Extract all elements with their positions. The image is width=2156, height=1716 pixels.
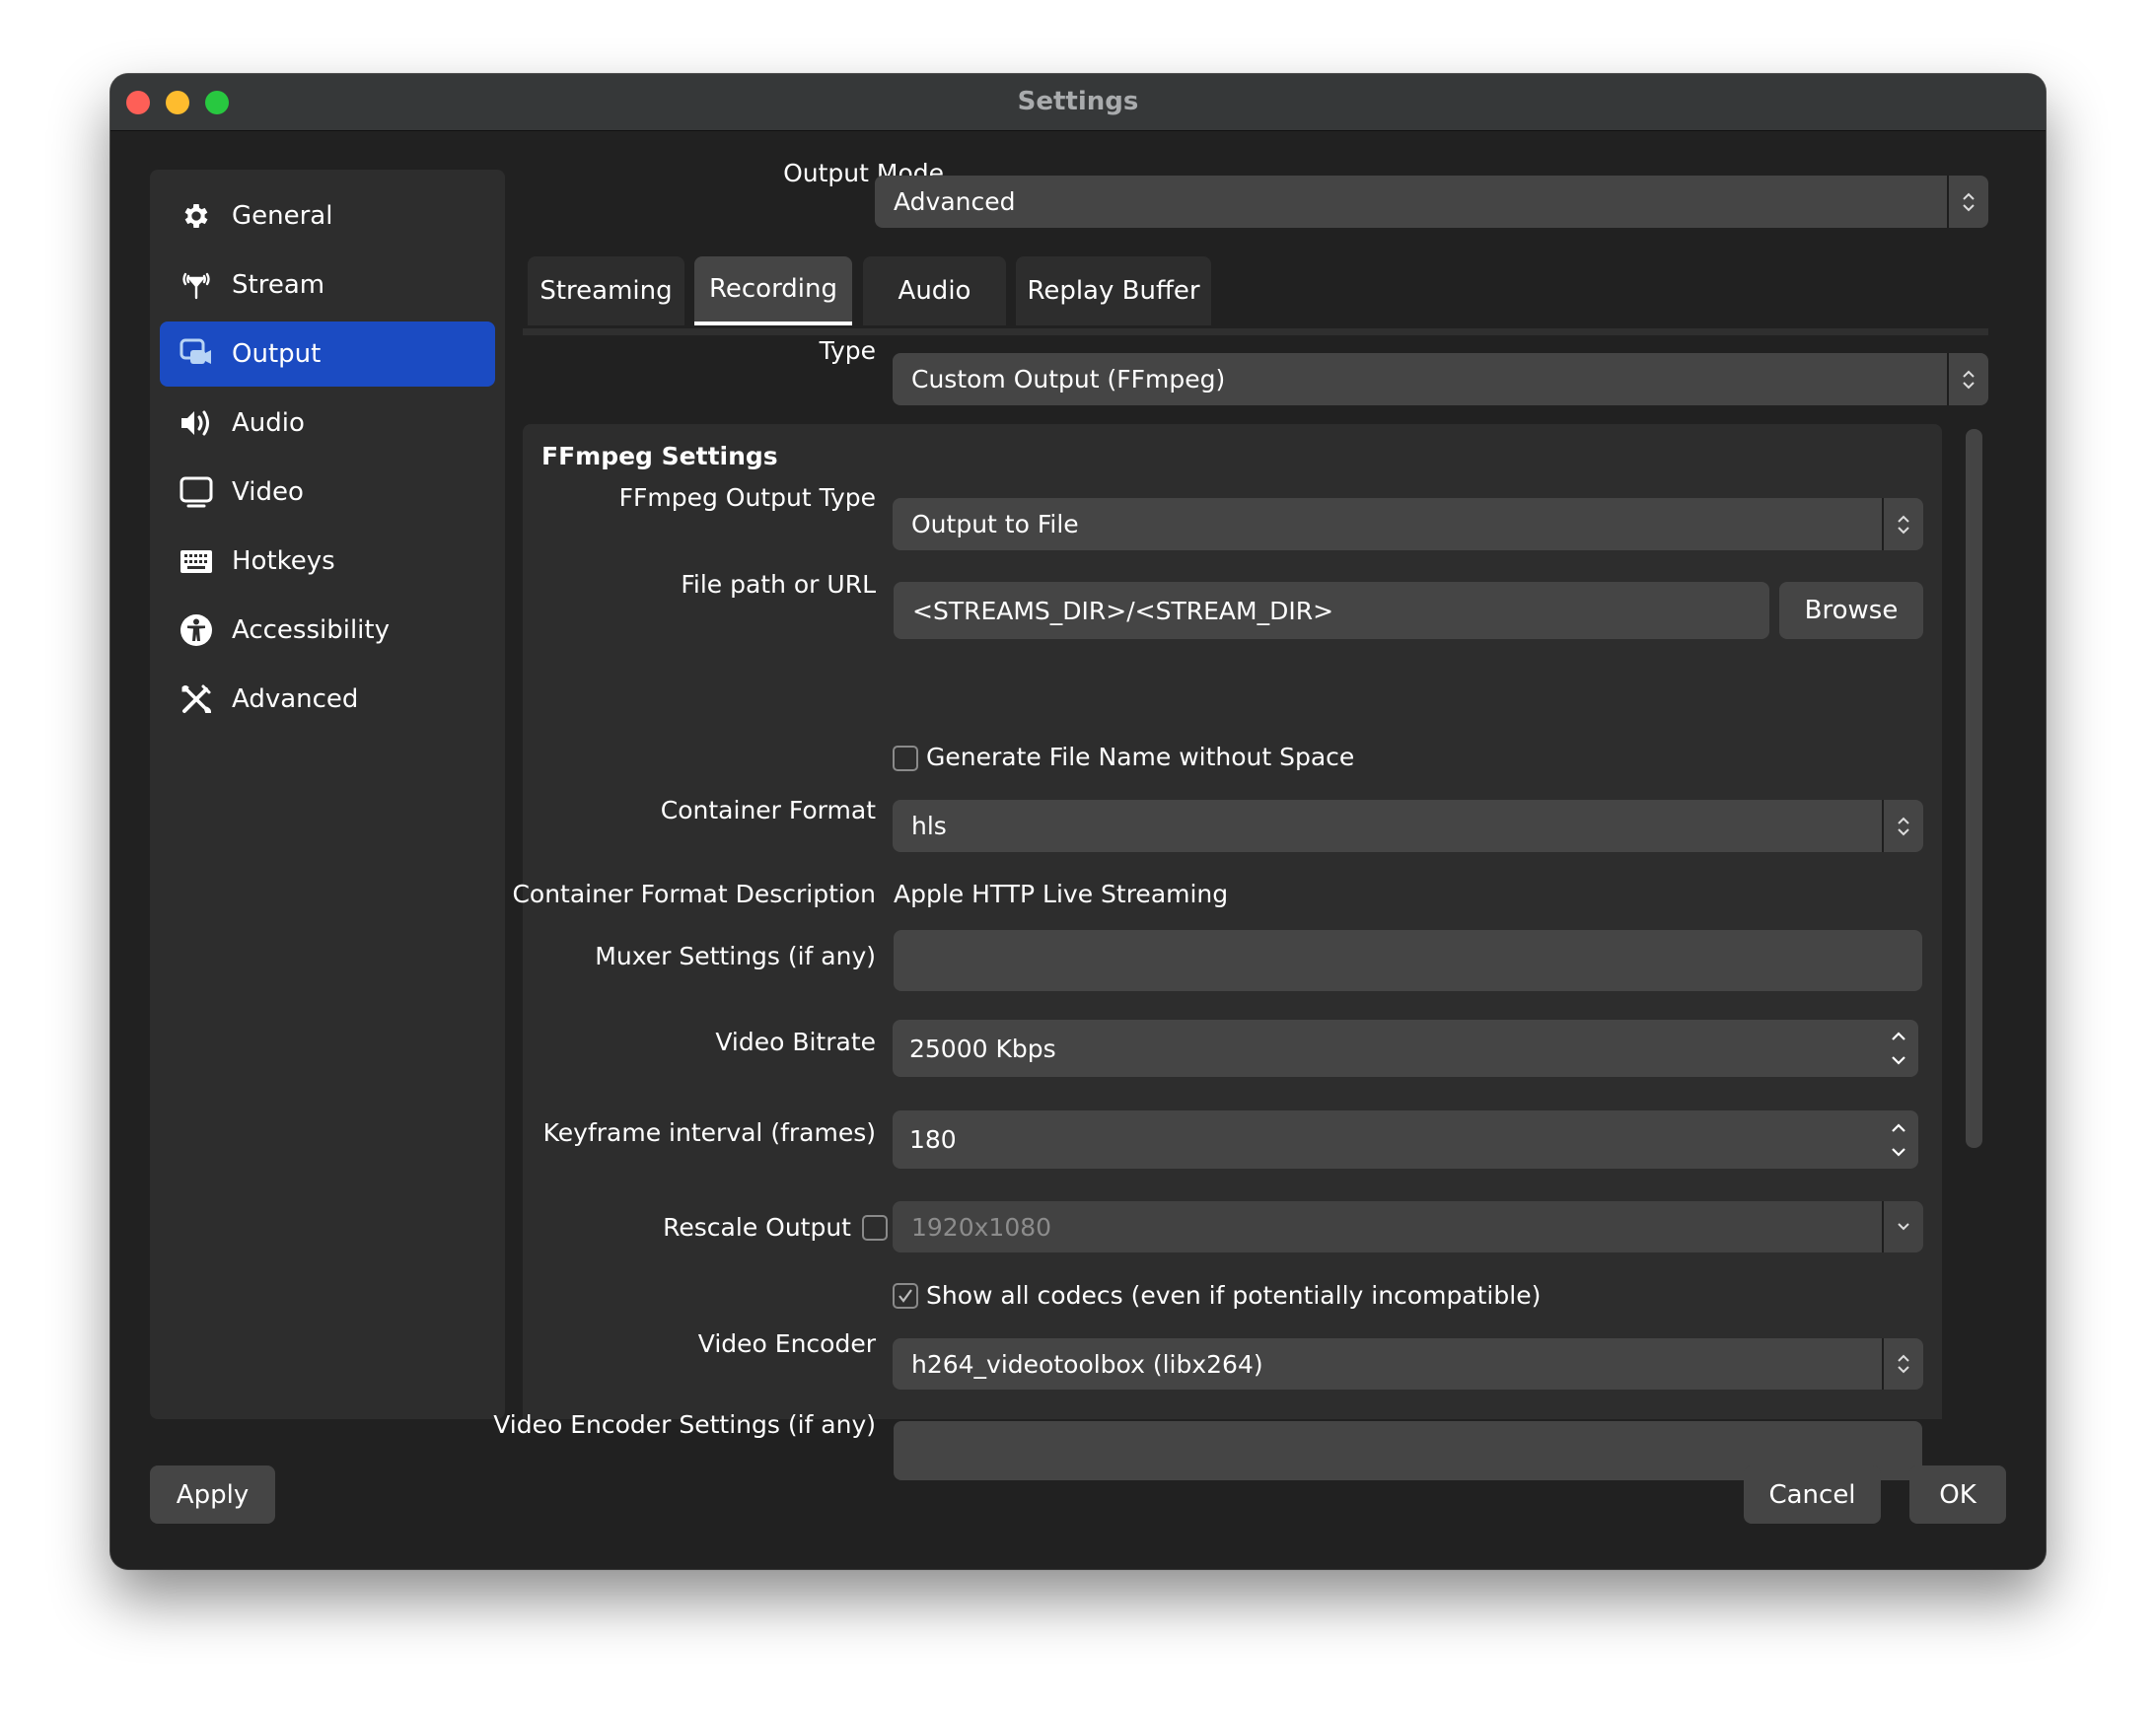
sidebar-item-advanced[interactable]: Advanced [160,667,495,732]
tab-bar-divider [523,328,1988,335]
tab-audio[interactable]: Audio [863,256,1006,325]
container-format-select[interactable]: hls [893,800,1923,852]
chevron-down-icon [1882,1201,1923,1252]
video-encoder-value: h264_videotoolbox (libx264) [911,1349,1263,1379]
tab-label: Audio [898,276,971,306]
sidebar-item-accessibility[interactable]: Accessibility [160,598,495,663]
rescale-output-checkbox[interactable] [862,1215,888,1241]
recording-type-select[interactable]: Custom Output (FFmpeg) [893,353,1988,405]
sidebar-item-label: Output [232,339,322,369]
tab-label: Recording [708,274,838,304]
tab-recording[interactable]: Recording [694,256,852,325]
updown-chevron-icon [1882,498,1923,550]
spin-arrows-icon[interactable] [1879,1110,1918,1169]
ok-button[interactable]: OK [1909,1466,2006,1524]
sidebar-item-label: Audio [232,408,305,438]
video-bitrate-value: 25000 Kbps [909,1034,1056,1063]
file-path-input[interactable]: <STREAMS_DIR>/<STREAM_DIR> [894,582,1769,639]
sidebar-item-audio[interactable]: Audio [160,391,495,456]
group-title: FFmpeg Settings [541,442,778,470]
updown-chevron-icon [1947,176,1988,228]
sidebar-item-label: Stream [232,270,325,300]
show-all-codecs-label: Show all codecs (even if potentially inc… [926,1281,1542,1310]
video-encoder-label: Video Encoder [697,1329,876,1358]
sidebar-item-hotkeys[interactable]: Hotkeys [160,529,495,594]
sidebar-item-label: Advanced [232,684,359,714]
title-bar: Settings [110,74,2046,131]
settings-scrollbar[interactable] [1966,429,1982,1148]
video-encoder-select[interactable]: h264_videotoolbox (libx264) [893,1338,1923,1390]
generate-no-space-label: Generate File Name without Space [926,743,1355,771]
tab-label: Replay Buffer [1027,276,1200,306]
settings-sidebar: General Stream Output Audio Video Hotkey… [150,170,505,1419]
tab-label: Streaming [539,276,673,306]
generate-no-space-checkbox[interactable] [893,746,918,771]
video-bitrate-spinbox[interactable]: 25000 Kbps [893,1020,1918,1077]
sidebar-item-label: Accessibility [232,615,390,645]
sidebar-item-label: Hotkeys [232,546,335,576]
tab-streaming[interactable]: Streaming [528,256,684,325]
ffmpeg-output-type-value: Output to File [911,510,1079,538]
sidebar-item-label: Video [232,477,304,507]
tab-replay-buffer[interactable]: Replay Buffer [1016,256,1211,325]
container-desc-label: Container Format Description [512,880,876,908]
type-label: Type [819,336,876,365]
browse-button[interactable]: Browse [1779,582,1923,639]
keyframe-interval-label: Keyframe interval (frames) [542,1118,876,1147]
updown-chevron-icon [1882,1338,1923,1390]
rescale-resolution-value: 1920x1080 [911,1212,1052,1242]
sidebar-item-label: General [232,201,333,231]
sidebar-item-output[interactable]: Output [160,322,495,387]
rescale-output-label: Rescale Output [663,1213,851,1242]
ffmpeg-output-type-select[interactable]: Output to File [893,498,1923,550]
ffmpeg-output-type-label: FFmpeg Output Type [618,483,876,512]
recording-type-value: Custom Output (FFmpeg) [911,365,1226,393]
accessibility-icon [180,613,213,647]
checkmark-icon [898,1289,912,1303]
monitor-icon [180,475,213,509]
container-format-value: hls [911,812,947,840]
sidebar-item-video[interactable]: Video [160,460,495,525]
output-mode-value: Advanced [894,187,1016,216]
keyframe-interval-value: 180 [909,1125,957,1154]
keyboard-icon [180,544,213,578]
show-all-codecs-checkbox[interactable] [893,1283,918,1309]
window-title: Settings [1017,87,1139,116]
updown-chevron-icon [1882,800,1923,852]
speaker-icon [180,406,213,440]
file-path-label: File path or URL [681,570,876,599]
rescale-resolution-select: 1920x1080 [893,1201,1923,1252]
output-camera-icon [180,337,213,371]
container-format-label: Container Format [660,796,876,824]
ffmpeg-settings-group: FFmpeg Settings FFmpeg Output Type Outpu… [493,424,1942,1480]
sidebar-item-stream[interactable]: Stream [160,252,495,318]
muxer-settings-input[interactable] [894,930,1922,991]
cancel-button[interactable]: Cancel [1744,1466,1881,1524]
spin-arrows-icon[interactable] [1879,1020,1918,1077]
file-path-value: <STREAMS_DIR>/<STREAM_DIR> [912,596,1334,625]
video-bitrate-label: Video Bitrate [715,1028,876,1056]
updown-chevron-icon [1947,353,1988,405]
muxer-settings-label: Muxer Settings (if any) [595,942,876,970]
tools-icon [180,682,213,716]
video-encoder-settings-label: Video Encoder Settings (if any) [493,1410,876,1439]
container-desc-value: Apple HTTP Live Streaming [894,880,1229,908]
sidebar-item-general[interactable]: General [160,183,495,249]
gear-icon [180,199,213,233]
settings-window: Settings General Stream Output Audio Vid… [110,74,2046,1569]
apply-button[interactable]: Apply [150,1466,275,1524]
output-mode-select[interactable]: Advanced [875,176,1988,228]
keyframe-interval-spinbox[interactable]: 180 [893,1110,1918,1169]
antenna-icon [180,268,213,302]
